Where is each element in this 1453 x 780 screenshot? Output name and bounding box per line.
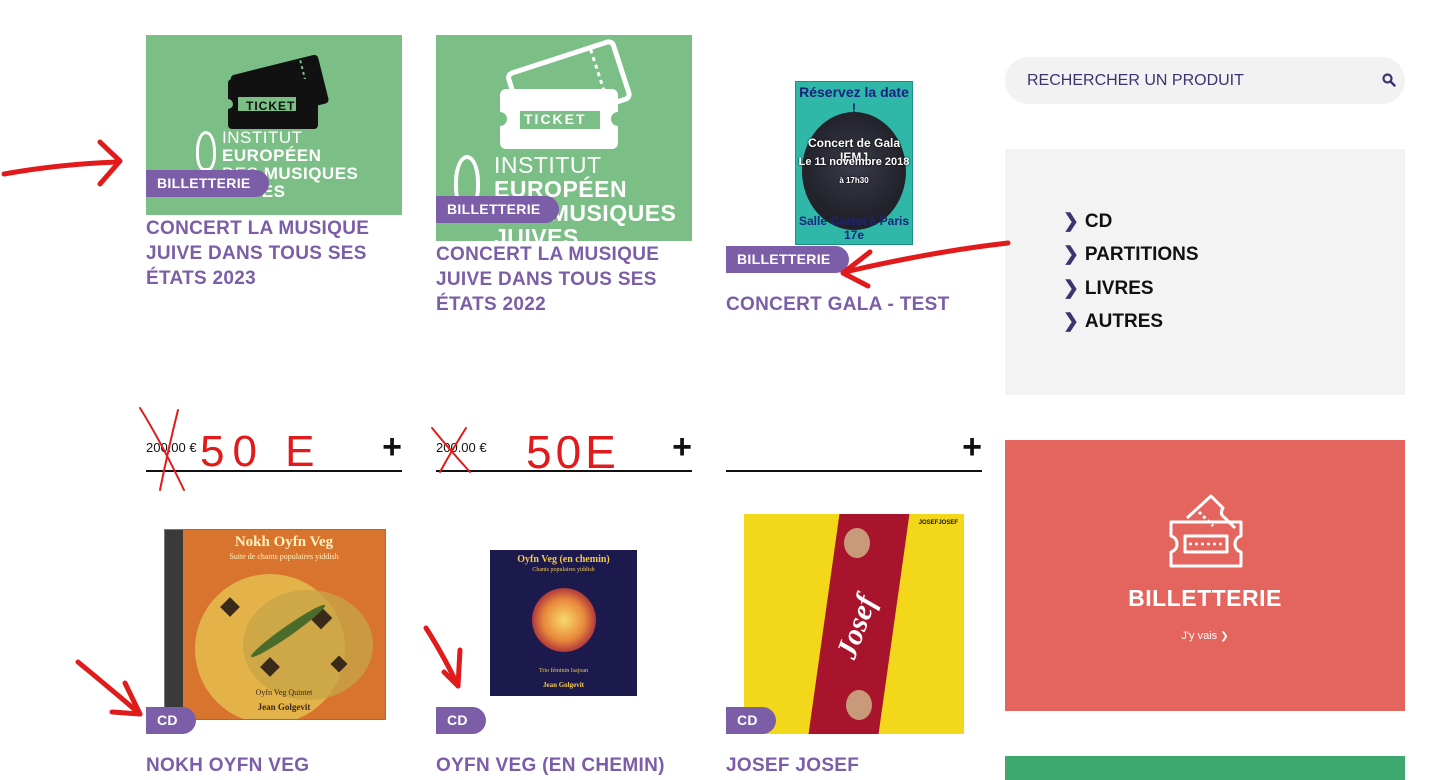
annotation-arrow bbox=[1, 159, 121, 177]
chevron-right-icon: ❯ bbox=[1063, 311, 1079, 332]
billetterie-promo[interactable]: BILLETTERIE J'y vais ❯ bbox=[1005, 440, 1405, 711]
search-input[interactable] bbox=[1027, 57, 1357, 104]
add-to-cart-button[interactable]: + bbox=[959, 430, 985, 464]
category-list: ❯ CD ❯ PARTITIONS ❯ LIVRES ❯ AUTRES bbox=[1005, 149, 1405, 395]
category-badge[interactable]: CD bbox=[146, 707, 196, 734]
logo-clef-icon bbox=[196, 131, 216, 171]
poster-line: à 17h30 bbox=[839, 176, 869, 185]
cd-band-label: JOSEFJOSEF bbox=[918, 520, 958, 526]
annotation-price: 50 E bbox=[200, 427, 323, 476]
add-to-cart-button[interactable]: + bbox=[669, 430, 695, 464]
cd-director: Jean Golgevit bbox=[542, 681, 585, 689]
ticket-icon bbox=[493, 39, 632, 149]
product-image[interactable]: Nokh Oyfn Veg Suite de chants populaires… bbox=[164, 529, 386, 720]
ticket-icon bbox=[223, 54, 329, 129]
price-divider bbox=[436, 470, 692, 472]
chevron-right-icon: ❯ bbox=[1063, 211, 1079, 232]
chevron-right-icon: ❯ bbox=[1063, 244, 1079, 265]
chevron-right-icon: ❯ bbox=[1063, 278, 1079, 299]
annotation-arrow bbox=[423, 625, 461, 689]
product-search bbox=[1005, 57, 1405, 104]
product-image[interactable]: JOSEFJOSEF Josef bbox=[744, 514, 964, 734]
category-label: PARTITIONS bbox=[1084, 244, 1199, 265]
cd-title: Oyfn Veg (en chemin) bbox=[517, 554, 610, 565]
category-badge[interactable]: BILLETTERIE bbox=[726, 246, 849, 273]
annotation-arrowhead bbox=[97, 139, 123, 187]
product-title[interactable]: NOKH OYFN VEG bbox=[146, 753, 396, 778]
category-autres[interactable]: ❯ AUTRES bbox=[1063, 310, 1163, 333]
chevron-right-icon: ❯ bbox=[1220, 631, 1229, 642]
product-price: 200.00 € bbox=[436, 440, 487, 455]
annotation-arrowhead bbox=[441, 647, 463, 689]
cd-director: Jean Golgevit bbox=[257, 702, 311, 712]
cd-figure-head bbox=[846, 690, 872, 720]
cd-artist: Trio féminin Isajoan bbox=[538, 668, 589, 674]
cd-subtitle: Suite de chants populaires yiddish bbox=[229, 552, 339, 561]
category-badge[interactable]: BILLETTERIE bbox=[146, 170, 269, 197]
price-divider bbox=[726, 470, 982, 472]
annotation-arrowhead bbox=[109, 680, 143, 717]
category-label: AUTRES bbox=[1084, 311, 1164, 332]
cd-title: Nokh Oyfn Veg bbox=[234, 534, 334, 550]
category-livres[interactable]: ❯ LIVRES bbox=[1063, 277, 1154, 300]
category-partitions[interactable]: ❯ PARTITIONS bbox=[1063, 243, 1199, 266]
category-label: LIVRES bbox=[1084, 278, 1154, 299]
next-promo-banner[interactable] bbox=[1005, 756, 1405, 780]
category-label: CD bbox=[1084, 211, 1113, 232]
product-title[interactable]: JOSEF JOSEF bbox=[726, 753, 976, 778]
cd-artist: Oyfn Veg Quintet bbox=[255, 688, 313, 697]
cd-subtitle: Chants populaires yiddish bbox=[532, 567, 595, 573]
category-badge[interactable]: CD bbox=[436, 707, 486, 734]
promo-link[interactable]: J'y vais ❯ bbox=[1005, 630, 1405, 642]
product-price: 200.00 € bbox=[146, 440, 197, 455]
category-cd[interactable]: ❯ CD bbox=[1063, 210, 1112, 233]
product-image[interactable]: Oyfn Veg (en chemin) Chants populaires y… bbox=[490, 550, 637, 696]
category-badge[interactable]: BILLETTERIE bbox=[436, 196, 559, 223]
annotation-arrow bbox=[75, 659, 143, 717]
promo-title: BILLETTERIE bbox=[1128, 585, 1282, 611]
ticket-word: TICKET bbox=[524, 111, 587, 127]
cd-case-spine bbox=[165, 530, 183, 719]
annotation-arrow bbox=[842, 240, 1011, 275]
search-icon[interactable] bbox=[1382, 73, 1396, 87]
cd-figure-head bbox=[844, 528, 870, 558]
ticket-word: TICKET bbox=[246, 99, 296, 113]
product-title[interactable]: CONCERT LA MUSIQUE JUIVE DANS TOUS SES É… bbox=[436, 242, 686, 317]
category-badge[interactable]: CD bbox=[726, 707, 776, 734]
ticket-icon bbox=[1169, 494, 1243, 568]
poster-line: Le 11 novembre 2018 bbox=[798, 156, 910, 168]
poster-venue: Salle Cortot à Paris 17e bbox=[798, 214, 910, 242]
poster-crowd-art bbox=[802, 112, 906, 230]
product-title[interactable]: OYFN VEG (EN CHEMIN) bbox=[436, 753, 686, 778]
cd-sun-art bbox=[532, 588, 596, 652]
add-to-cart-button[interactable]: + bbox=[379, 430, 405, 464]
price-divider bbox=[146, 470, 402, 472]
product-title[interactable]: CONCERT GALA - TEST bbox=[726, 292, 976, 317]
product-image[interactable]: Réservez la date ! Concert de Gala IEMJ … bbox=[795, 81, 913, 245]
product-title[interactable]: CONCERT LA MUSIQUE JUIVE DANS TOUS SES É… bbox=[146, 216, 396, 291]
